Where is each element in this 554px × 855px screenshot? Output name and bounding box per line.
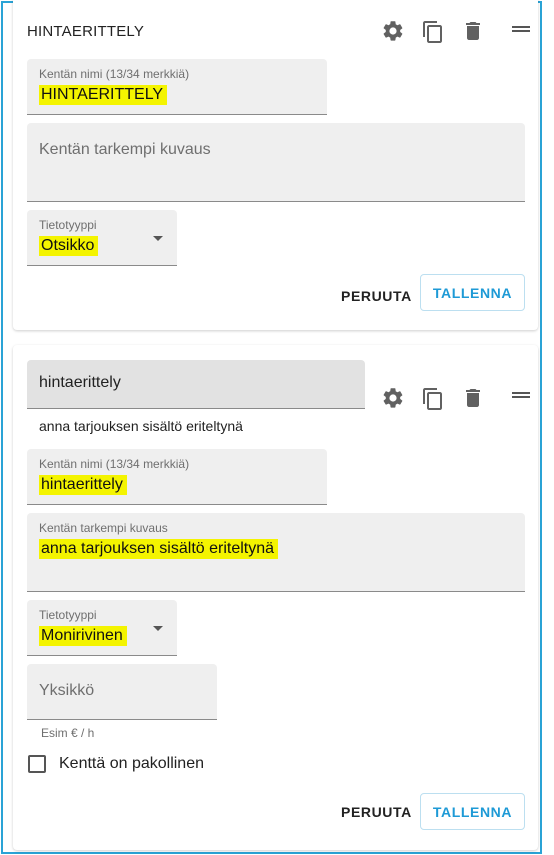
- drag-handle-icon[interactable]: [509, 383, 533, 407]
- copy-icon[interactable]: [421, 387, 445, 411]
- field-description-value: anna tarjouksen sisältö eriteltynä: [39, 539, 279, 559]
- save-button[interactable]: TALLENNA: [420, 793, 525, 830]
- trash-icon[interactable]: [461, 19, 485, 43]
- data-type-value: Otsikko: [39, 236, 99, 256]
- field-subtitle: anna tarjouksen sisältö eriteltynä: [39, 418, 243, 434]
- required-checkbox[interactable]: [28, 755, 46, 773]
- field-description-placeholder: Kentän tarkempi kuvaus: [39, 141, 211, 158]
- save-button[interactable]: TALLENNA: [420, 274, 525, 311]
- editor-frame: HINTAERITTELY Kentän nimi (13/34 merkkiä…: [1, 0, 542, 854]
- chevron-down-icon: [153, 626, 163, 631]
- data-type-select[interactable]: Tietotyyppi Monirivinen: [27, 600, 177, 656]
- unit-input[interactable]: Yksikkö: [27, 664, 217, 720]
- field-description-label: Kentän tarkempi kuvaus: [39, 521, 168, 535]
- field-description-input[interactable]: Kentän tarkempi kuvaus: [27, 123, 525, 202]
- field-name-input[interactable]: Kentän nimi (13/34 merkkiä) HINTAERITTEL…: [27, 59, 327, 115]
- chevron-down-icon: [153, 236, 163, 241]
- gear-icon[interactable]: [381, 19, 405, 43]
- card-title: HINTAERITTELY: [27, 23, 145, 40]
- copy-icon[interactable]: [421, 20, 445, 44]
- drag-handle-icon[interactable]: [509, 17, 533, 41]
- field-title-display[interactable]: hintaerittely: [27, 360, 365, 409]
- field-name-label: Kentän nimi (13/34 merkkiä): [39, 67, 190, 81]
- data-type-value: Monirivinen: [39, 626, 127, 646]
- gear-icon[interactable]: [381, 386, 405, 410]
- required-checkbox-label: Kenttä on pakollinen: [59, 755, 204, 772]
- field-card-multiline: hintaerittely anna tarjouksen sisältö er…: [13, 345, 538, 850]
- unit-helper-text: Esim € / h: [41, 726, 95, 740]
- trash-icon[interactable]: [461, 386, 485, 410]
- data-type-label: Tietotyyppi: [39, 218, 97, 232]
- cancel-button[interactable]: PERUUTA: [341, 288, 412, 304]
- cancel-button[interactable]: PERUUTA: [341, 804, 412, 820]
- data-type-label: Tietotyyppi: [39, 608, 97, 622]
- field-description-input[interactable]: Kentän tarkempi kuvaus anna tarjouksen s…: [27, 513, 525, 592]
- field-name-value: HINTAERITTELY: [39, 85, 168, 105]
- field-title-text: hintaerittely: [39, 374, 121, 391]
- field-card-heading: HINTAERITTELY Kentän nimi (13/34 merkkiä…: [13, 0, 538, 330]
- data-type-select[interactable]: Tietotyyppi Otsikko: [27, 210, 177, 266]
- field-name-input[interactable]: Kentän nimi (13/34 merkkiä) hintaerittel…: [27, 449, 327, 505]
- field-name-value: hintaerittely: [39, 475, 127, 495]
- field-name-label: Kentän nimi (13/34 merkkiä): [39, 457, 190, 471]
- unit-placeholder: Yksikkö: [39, 682, 95, 699]
